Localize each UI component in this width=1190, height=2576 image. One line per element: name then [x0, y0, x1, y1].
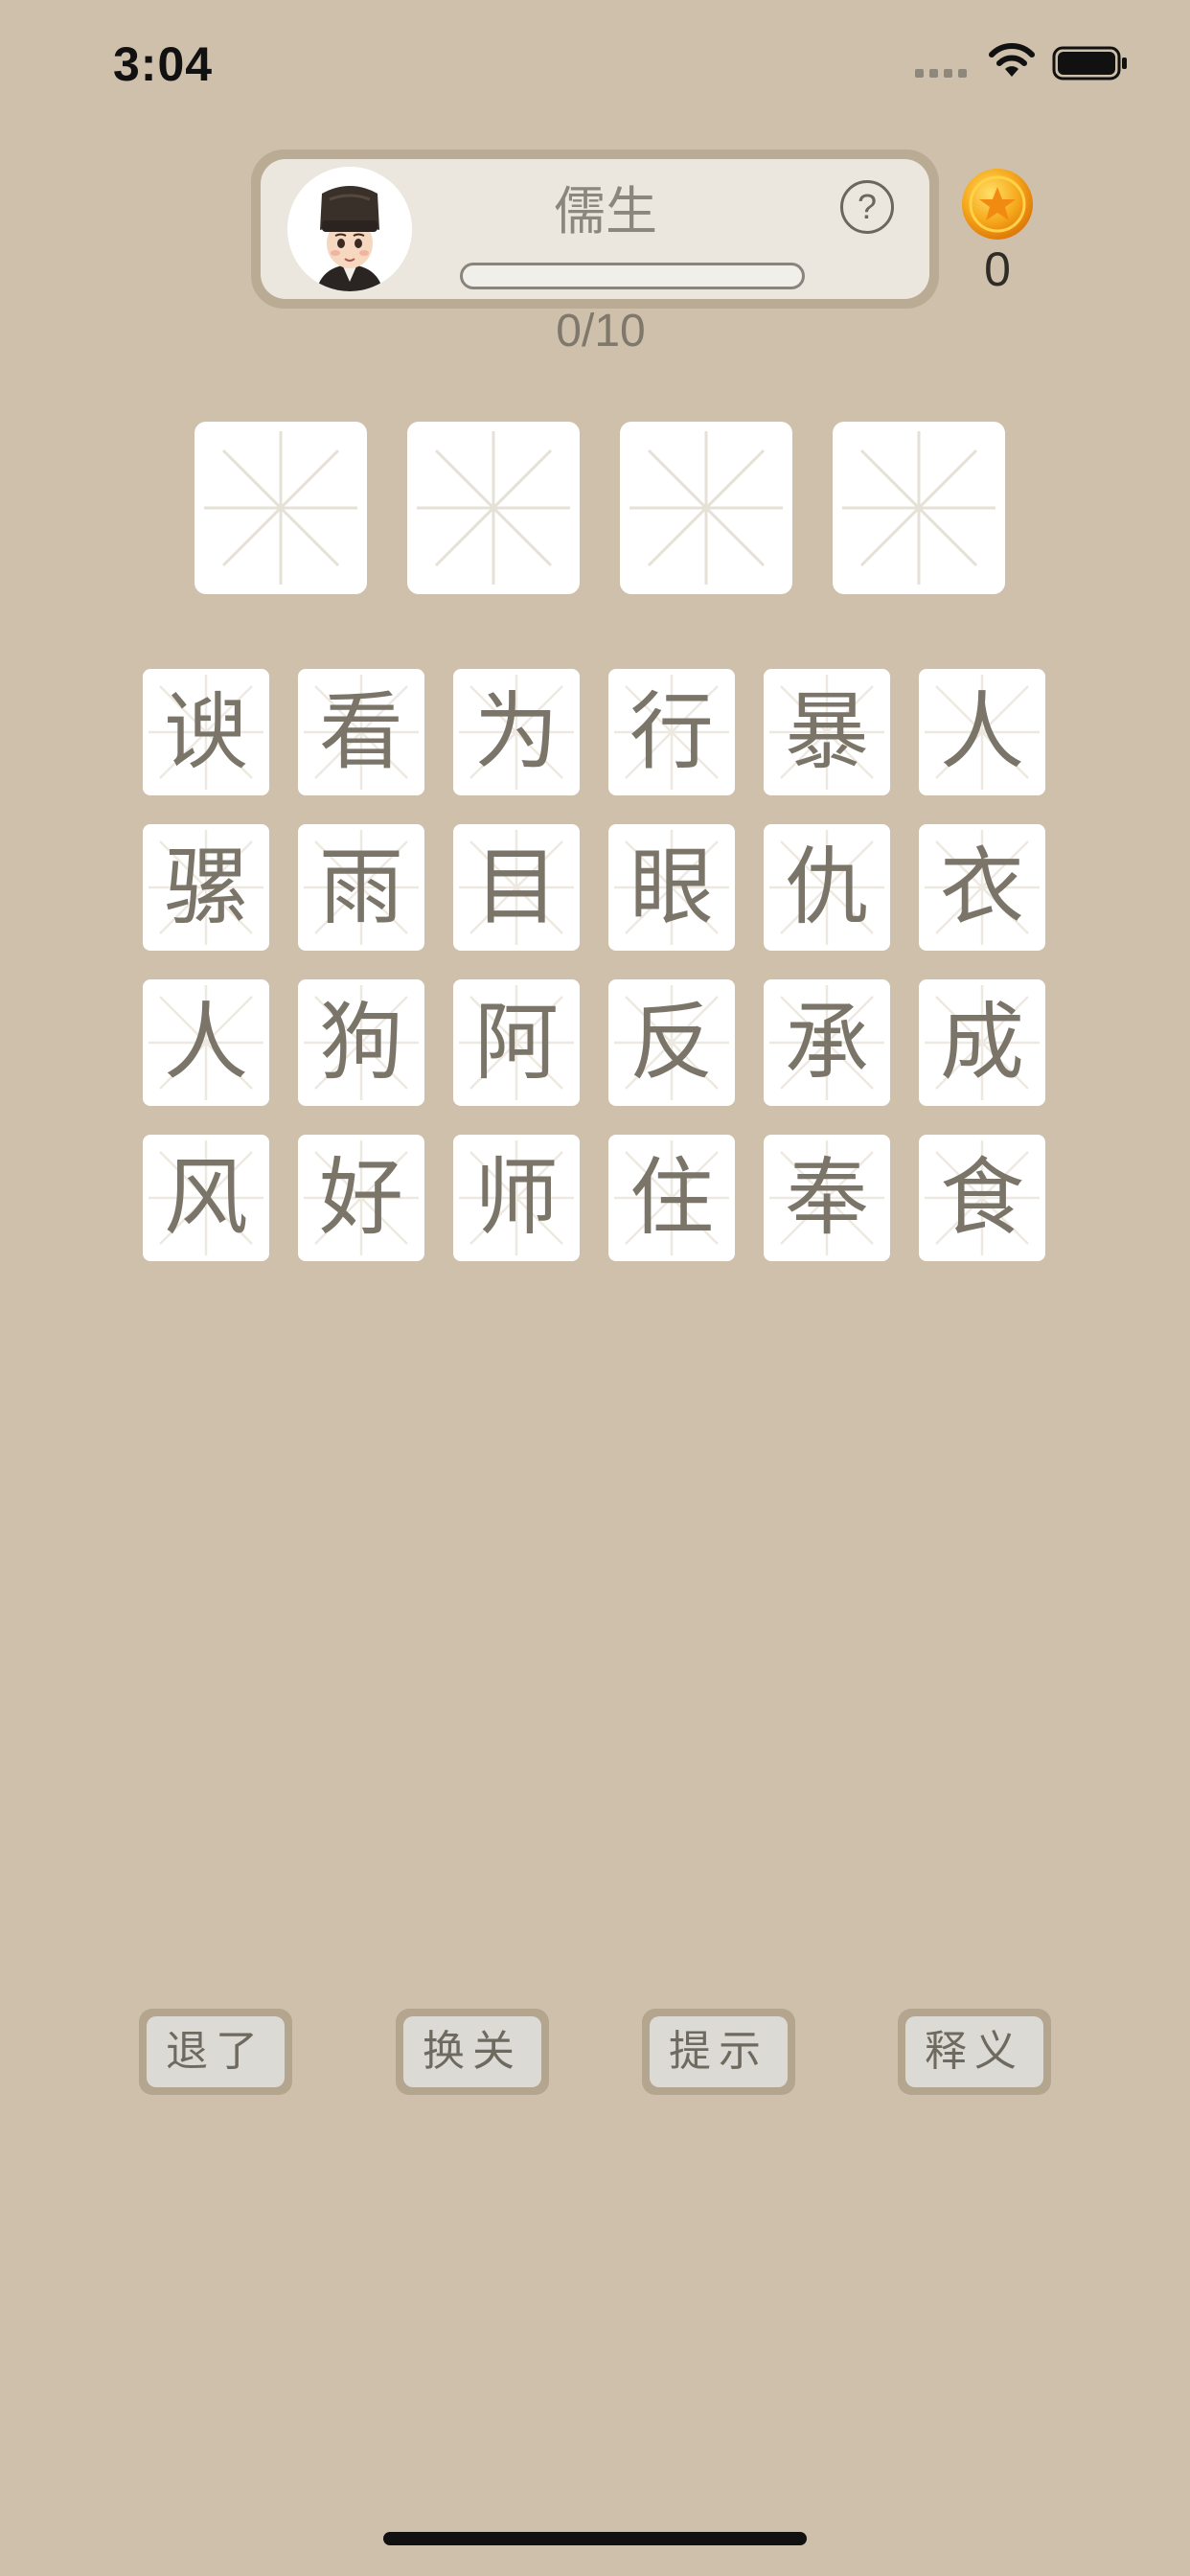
character-tile-char: 狗	[318, 993, 403, 1092]
quit-button[interactable]: 退了	[139, 2009, 292, 2095]
action-bar: 退了 换关 提示 释义	[139, 2009, 1051, 2095]
explain-button[interactable]: 释义	[898, 2009, 1051, 2095]
character-tile[interactable]: 行	[608, 669, 735, 795]
character-tile-char: 目	[473, 838, 559, 936]
home-indicator[interactable]	[383, 2532, 807, 2545]
character-tile[interactable]: 为	[453, 669, 580, 795]
character-tile-char: 成	[939, 993, 1024, 1092]
character-tile-char: 看	[318, 682, 403, 781]
character-tile[interactable]: 衣	[919, 824, 1045, 951]
status-time: 3:04	[113, 37, 214, 91]
level-progress-bar	[460, 263, 805, 289]
character-tile[interactable]: 看	[298, 669, 424, 795]
progress-text: 0/10	[556, 306, 646, 356]
character-tile-char: 阿	[473, 993, 559, 1092]
rank-title: 儒生	[554, 181, 657, 242]
character-grid: 谀看为行暴人骡雨目眼仇衣人狗阿反承成风好师住奉食	[143, 669, 1045, 1261]
character-tile-char: 食	[939, 1148, 1024, 1247]
character-tile[interactable]: 食	[919, 1135, 1045, 1261]
character-tile[interactable]: 奉	[764, 1135, 890, 1261]
scholar-avatar-icon	[287, 167, 412, 291]
character-tile-char: 好	[318, 1148, 403, 1247]
character-tile-char: 行	[629, 682, 714, 781]
character-tile-char: 奉	[784, 1148, 869, 1247]
character-tile-char: 暴	[784, 682, 869, 781]
answer-slot[interactable]	[833, 422, 1005, 594]
hint-button[interactable]: 提示	[642, 2009, 795, 2095]
character-tile[interactable]: 好	[298, 1135, 424, 1261]
wifi-icon	[989, 43, 1035, 77]
character-tile-char: 人	[163, 993, 248, 1092]
character-tile-char: 谀	[163, 682, 248, 781]
character-tile[interactable]: 承	[764, 979, 890, 1106]
character-tile[interactable]: 风	[143, 1135, 269, 1261]
level-header-inner: 儒生 ?	[261, 159, 929, 299]
answer-slot-char	[620, 422, 792, 594]
character-tile[interactable]: 住	[608, 1135, 735, 1261]
character-tile-char: 住	[629, 1148, 714, 1247]
switch-level-button-label: 换关	[403, 2016, 541, 2087]
coin-count: 0	[984, 242, 1011, 296]
character-tile-char: 衣	[939, 838, 1024, 936]
character-tile-char: 承	[784, 993, 869, 1092]
character-tile-char: 眼	[629, 838, 714, 936]
character-tile[interactable]: 暴	[764, 669, 890, 795]
character-tile[interactable]: 雨	[298, 824, 424, 951]
character-tile-char: 人	[939, 682, 1024, 781]
character-tile-char: 仇	[784, 838, 869, 936]
quit-button-label: 退了	[147, 2016, 285, 2087]
character-tile[interactable]: 阿	[453, 979, 580, 1106]
character-tile-char: 骡	[163, 838, 248, 936]
character-tile-char: 为	[473, 682, 559, 781]
character-tile[interactable]: 人	[143, 979, 269, 1106]
answer-slot-char	[407, 422, 580, 594]
character-tile[interactable]: 谀	[143, 669, 269, 795]
character-tile-char: 风	[163, 1148, 248, 1247]
help-button[interactable]: ?	[840, 180, 894, 234]
explain-button-label: 释义	[905, 2016, 1043, 2087]
character-tile[interactable]: 眼	[608, 824, 735, 951]
character-tile-char: 雨	[318, 838, 403, 936]
character-tile-char: 反	[629, 993, 714, 1092]
answer-slots	[195, 422, 1005, 594]
answer-slot-char	[833, 422, 1005, 594]
character-tile[interactable]: 师	[453, 1135, 580, 1261]
character-tile-char: 师	[473, 1148, 559, 1247]
level-header: 儒生 ?	[251, 150, 939, 309]
character-tile[interactable]: 反	[608, 979, 735, 1106]
cellular-signal-icon	[915, 69, 967, 78]
character-tile[interactable]: 骡	[143, 824, 269, 951]
hint-button-label: 提示	[650, 2016, 788, 2087]
character-tile[interactable]: 成	[919, 979, 1045, 1106]
switch-level-button[interactable]: 换关	[396, 2009, 549, 2095]
answer-slot[interactable]	[407, 422, 580, 594]
battery-full-icon	[1052, 46, 1127, 80]
answer-slot-char	[195, 422, 367, 594]
gold-coin-icon	[962, 169, 1033, 240]
answer-slot[interactable]	[195, 422, 367, 594]
character-tile[interactable]: 仇	[764, 824, 890, 951]
character-tile[interactable]: 狗	[298, 979, 424, 1106]
character-tile[interactable]: 人	[919, 669, 1045, 795]
answer-slot[interactable]	[620, 422, 792, 594]
character-tile[interactable]: 目	[453, 824, 580, 951]
